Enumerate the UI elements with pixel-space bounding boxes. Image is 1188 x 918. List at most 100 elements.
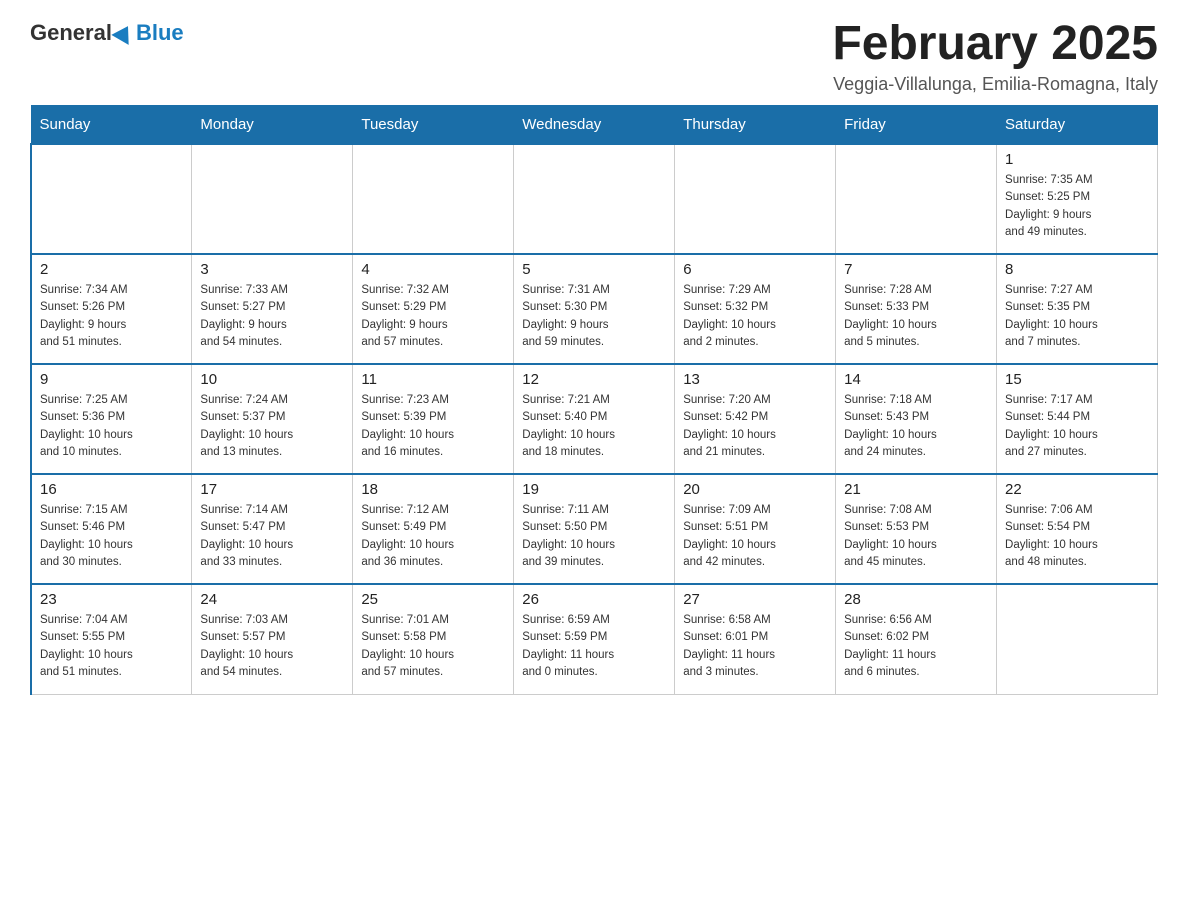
- day-info: Sunrise: 7:25 AM Sunset: 5:36 PM Dayligh…: [40, 392, 183, 461]
- calendar-cell: 4 Sunrise: 7:32 AM Sunset: 5:29 PM Daylig…: [353, 254, 514, 364]
- calendar-cell: 26 Sunrise: 6:59 AM Sunset: 5:59 PM Dayli…: [514, 584, 675, 694]
- calendar-table: SundayMondayTuesdayWednesdayThursdayFrid…: [30, 105, 1158, 695]
- logo-blue-text: Blue: [136, 20, 184, 46]
- calendar-cell: 24Sunrise: 7:03 AM Sunset: 5:57 PM Dayli…: [192, 584, 353, 694]
- day-number: 19: [522, 481, 666, 498]
- page-header: General Blue February 2025 Veggia-Villal…: [30, 20, 1158, 95]
- calendar-cell: [836, 144, 997, 254]
- day-info: Sunrise: 7:20 AM Sunset: 5:42 PM Dayligh…: [683, 392, 827, 461]
- logo-general-text: General: [30, 20, 112, 46]
- day-number: 2: [40, 261, 183, 278]
- weekday-header-sunday: Sunday: [31, 106, 192, 145]
- week-row-5: 23 Sunrise: 7:04 AM Sunset: 5:55 PM Dayli…: [31, 584, 1158, 694]
- calendar-cell: 13 Sunrise: 7:20 AM Sunset: 5:42 PM Dayli…: [675, 364, 836, 474]
- calendar-cell: 2 Sunrise: 7:34 AM Sunset: 5:26 PM Daylig…: [31, 254, 192, 364]
- calendar-cell: 16 Sunrise: 7:15 AM Sunset: 5:46 PM Dayli…: [31, 474, 192, 584]
- week-row-3: 9 Sunrise: 7:25 AM Sunset: 5:36 PM Daylig…: [31, 364, 1158, 474]
- day-info: Sunrise: 7:15 AM Sunset: 5:46 PM Dayligh…: [40, 502, 183, 571]
- day-info: Sunrise: 7:32 AM Sunset: 5:29 PM Dayligh…: [361, 282, 505, 351]
- weekday-header-friday: Friday: [836, 106, 997, 145]
- day-info: Sunrise: 6:58 AM Sunset: 6:01 PM Dayligh…: [683, 612, 827, 681]
- calendar-cell: 3 Sunrise: 7:33 AM Sunset: 5:27 PM Daylig…: [192, 254, 353, 364]
- day-info: Sunrise: 7:09 AM Sunset: 5:51 PM Dayligh…: [683, 502, 827, 571]
- day-number: 18: [361, 481, 505, 498]
- day-info: Sunrise: 7:04 AM Sunset: 5:55 PM Dayligh…: [40, 612, 183, 681]
- day-info: Sunrise: 7:11 AM Sunset: 5:50 PM Dayligh…: [522, 502, 666, 571]
- day-info: Sunrise: 7:35 AM Sunset: 5:25 PM Dayligh…: [1005, 172, 1149, 241]
- day-number: 11: [361, 371, 505, 388]
- day-number: 13: [683, 371, 827, 388]
- weekday-header-saturday: Saturday: [997, 106, 1158, 145]
- calendar-cell: 25 Sunrise: 7:01 AM Sunset: 5:58 PM Dayli…: [353, 584, 514, 694]
- calendar-cell: 12 Sunrise: 7:21 AM Sunset: 5:40 PM Dayli…: [514, 364, 675, 474]
- month-year-title: February 2025: [832, 20, 1158, 68]
- calendar-cell: 19 Sunrise: 7:11 AM Sunset: 5:50 PM Dayli…: [514, 474, 675, 584]
- day-number: 1: [1005, 151, 1149, 168]
- day-info: Sunrise: 7:12 AM Sunset: 5:49 PM Dayligh…: [361, 502, 505, 571]
- day-number: 24: [200, 591, 344, 608]
- day-number: 12: [522, 371, 666, 388]
- calendar-cell: 18 Sunrise: 7:12 AM Sunset: 5:49 PM Dayli…: [353, 474, 514, 584]
- day-info: Sunrise: 7:24 AM Sunset: 5:37 PM Dayligh…: [200, 392, 344, 461]
- day-info: Sunrise: 7:28 AM Sunset: 5:33 PM Dayligh…: [844, 282, 988, 351]
- day-info: Sunrise: 7:18 AM Sunset: 5:43 PM Dayligh…: [844, 392, 988, 461]
- calendar-cell: 8 Sunrise: 7:27 AM Sunset: 5:35 PM Daylig…: [997, 254, 1158, 364]
- day-number: 28: [844, 591, 988, 608]
- day-number: 9: [40, 371, 183, 388]
- day-number: 3: [200, 261, 344, 278]
- day-number: 10: [200, 371, 344, 388]
- day-info: Sunrise: 7:27 AM Sunset: 5:35 PM Dayligh…: [1005, 282, 1149, 351]
- day-info: Sunrise: 7:17 AM Sunset: 5:44 PM Dayligh…: [1005, 392, 1149, 461]
- calendar-cell: 1 Sunrise: 7:35 AM Sunset: 5:25 PM Daylig…: [997, 144, 1158, 254]
- logo: General Blue: [30, 20, 184, 46]
- location-subtitle: Veggia-Villalunga, Emilia-Romagna, Italy: [832, 74, 1158, 95]
- day-number: 23: [40, 591, 183, 608]
- week-row-4: 16 Sunrise: 7:15 AM Sunset: 5:46 PM Dayli…: [31, 474, 1158, 584]
- weekday-header-thursday: Thursday: [675, 106, 836, 145]
- day-info: Sunrise: 6:59 AM Sunset: 5:59 PM Dayligh…: [522, 612, 666, 681]
- day-number: 17: [200, 481, 344, 498]
- day-number: 21: [844, 481, 988, 498]
- day-number: 26: [522, 591, 666, 608]
- day-info: Sunrise: 7:06 AM Sunset: 5:54 PM Dayligh…: [1005, 502, 1149, 571]
- calendar-cell: 20 Sunrise: 7:09 AM Sunset: 5:51 PM Dayli…: [675, 474, 836, 584]
- day-number: 8: [1005, 261, 1149, 278]
- calendar-cell: 7 Sunrise: 7:28 AM Sunset: 5:33 PM Daylig…: [836, 254, 997, 364]
- day-info: Sunrise: 7:33 AM Sunset: 5:27 PM Dayligh…: [200, 282, 344, 351]
- day-info: Sunrise: 7:14 AM Sunset: 5:47 PM Dayligh…: [200, 502, 344, 571]
- calendar-cell: 23 Sunrise: 7:04 AM Sunset: 5:55 PM Dayli…: [31, 584, 192, 694]
- day-info: Sunrise: 7:23 AM Sunset: 5:39 PM Dayligh…: [361, 392, 505, 461]
- day-number: 15: [1005, 371, 1149, 388]
- calendar-cell: 5Sunrise: 7:31 AM Sunset: 5:30 PM Daylig…: [514, 254, 675, 364]
- day-number: 25: [361, 591, 505, 608]
- calendar-cell: 17 Sunrise: 7:14 AM Sunset: 5:47 PM Dayli…: [192, 474, 353, 584]
- day-info: Sunrise: 7:01 AM Sunset: 5:58 PM Dayligh…: [361, 612, 505, 681]
- calendar-cell: [353, 144, 514, 254]
- day-number: 22: [1005, 481, 1149, 498]
- calendar-cell: 10 Sunrise: 7:24 AM Sunset: 5:37 PM Dayli…: [192, 364, 353, 474]
- day-number: 7: [844, 261, 988, 278]
- calendar-cell: 9 Sunrise: 7:25 AM Sunset: 5:36 PM Daylig…: [31, 364, 192, 474]
- calendar-cell: [997, 584, 1158, 694]
- title-area: February 2025 Veggia-Villalunga, Emilia-…: [832, 20, 1158, 95]
- calendar-cell: [514, 144, 675, 254]
- day-info: Sunrise: 7:29 AM Sunset: 5:32 PM Dayligh…: [683, 282, 827, 351]
- calendar-cell: 6 Sunrise: 7:29 AM Sunset: 5:32 PM Daylig…: [675, 254, 836, 364]
- calendar-cell: 21 Sunrise: 7:08 AM Sunset: 5:53 PM Dayli…: [836, 474, 997, 584]
- week-row-2: 2 Sunrise: 7:34 AM Sunset: 5:26 PM Daylig…: [31, 254, 1158, 364]
- day-info: Sunrise: 7:21 AM Sunset: 5:40 PM Dayligh…: [522, 392, 666, 461]
- day-number: 6: [683, 261, 827, 278]
- day-number: 16: [40, 481, 183, 498]
- day-info: Sunrise: 7:34 AM Sunset: 5:26 PM Dayligh…: [40, 282, 183, 351]
- day-info: Sunrise: 7:31 AM Sunset: 5:30 PM Dayligh…: [522, 282, 666, 351]
- week-row-1: 1 Sunrise: 7:35 AM Sunset: 5:25 PM Daylig…: [31, 144, 1158, 254]
- day-info: Sunrise: 7:08 AM Sunset: 5:53 PM Dayligh…: [844, 502, 988, 571]
- day-number: 4: [361, 261, 505, 278]
- calendar-cell: [192, 144, 353, 254]
- day-number: 20: [683, 481, 827, 498]
- day-number: 27: [683, 591, 827, 608]
- calendar-cell: 27 Sunrise: 6:58 AM Sunset: 6:01 PM Dayli…: [675, 584, 836, 694]
- calendar-cell: 15 Sunrise: 7:17 AM Sunset: 5:44 PM Dayli…: [997, 364, 1158, 474]
- weekday-header-wednesday: Wednesday: [514, 106, 675, 145]
- calendar-cell: 11 Sunrise: 7:23 AM Sunset: 5:39 PM Dayli…: [353, 364, 514, 474]
